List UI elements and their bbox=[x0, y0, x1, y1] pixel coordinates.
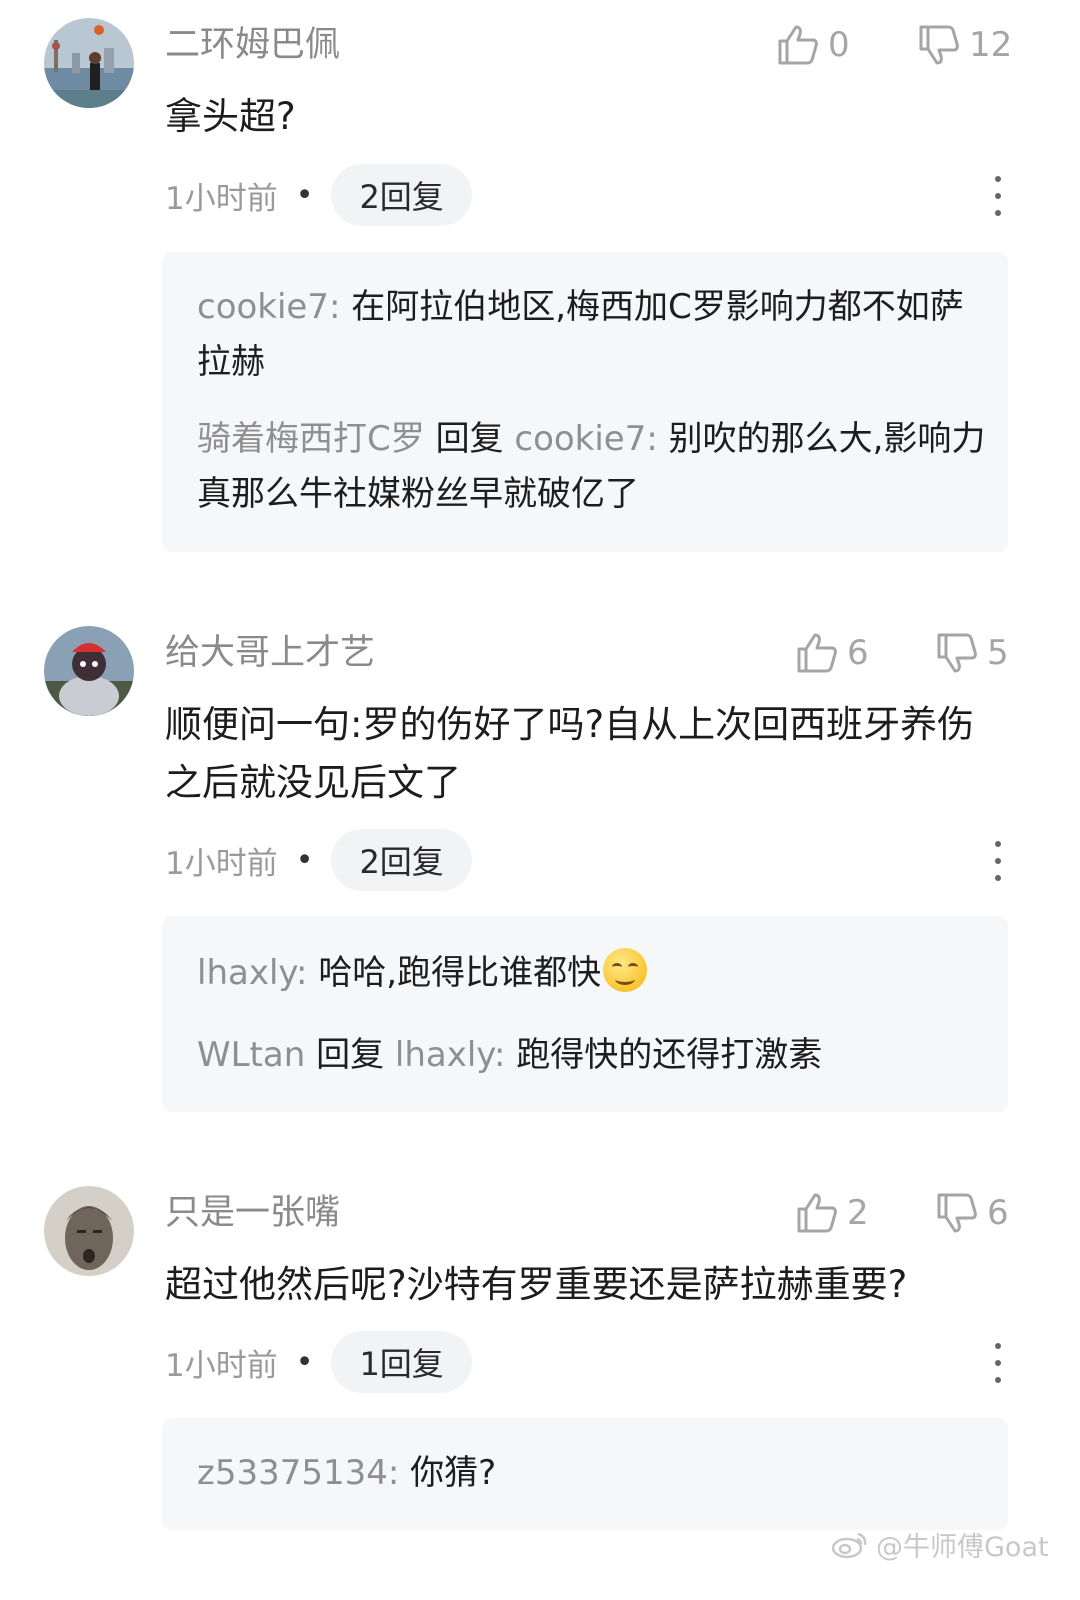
comment-text: 拿头超? bbox=[165, 95, 296, 138]
reply-item: z53375134: 你猜? bbox=[197, 1446, 987, 1501]
reply-text: 哈哈,跑得比谁都快 bbox=[318, 953, 602, 993]
weibo-logo-icon bbox=[831, 1532, 867, 1559]
more-vertical-icon[interactable] bbox=[988, 176, 1008, 216]
reply-author[interactable]: cookie7: bbox=[197, 287, 340, 327]
reply-word: 回复 bbox=[435, 419, 504, 459]
avatar[interactable] bbox=[44, 1186, 134, 1276]
replies-button[interactable]: 2回复 bbox=[331, 829, 472, 891]
dislike-count: 5 bbox=[987, 633, 1009, 673]
username[interactable]: 二环姆巴佩 bbox=[165, 20, 340, 70]
reply-target[interactable]: lhaxly: bbox=[395, 1035, 506, 1075]
reply-author[interactable]: WLtan bbox=[197, 1035, 305, 1075]
username[interactable]: 只是一张嘴 bbox=[165, 1188, 340, 1238]
watermark: @牛师傅Goat bbox=[830, 1522, 1049, 1566]
thumbs-up-icon bbox=[778, 25, 818, 65]
thumbs-down-icon bbox=[937, 633, 977, 673]
dislike-count: 12 bbox=[969, 25, 1013, 65]
avatar[interactable] bbox=[44, 18, 134, 108]
like-button[interactable]: 0 bbox=[776, 20, 850, 70]
reply-item: lhaxly: 哈哈,跑得比谁都快 bbox=[197, 946, 987, 1001]
comment-text: 超过他然后呢?沙特有罗重要还是萨拉赫重要? bbox=[165, 1263, 908, 1306]
timestamp: 1小时前 bbox=[165, 180, 278, 217]
watermark-text: @牛师傅Goat bbox=[876, 1531, 1049, 1563]
more-vertical-icon[interactable] bbox=[988, 841, 1008, 881]
like-button[interactable]: 6 bbox=[795, 628, 869, 678]
like-count: 0 bbox=[828, 25, 850, 65]
replies-button[interactable]: 2回复 bbox=[331, 164, 472, 226]
replies-button[interactable]: 1回复 bbox=[331, 1331, 472, 1393]
replies-box[interactable]: lhaxly: 哈哈,跑得比谁都快 WLtan 回复 lhaxly: 跑得快的还… bbox=[162, 916, 1008, 1112]
thumbs-up-icon bbox=[797, 633, 837, 673]
timestamp: 1小时前 bbox=[165, 1347, 278, 1384]
like-button[interactable]: 2 bbox=[795, 1188, 869, 1238]
separator-dot: • bbox=[295, 1344, 314, 1380]
reply-text: 跑得快的还得打激素 bbox=[516, 1035, 823, 1075]
comment-text: 顺便问一句:罗的伤好了吗?自从上次回西班牙养伤之后就没见后文了 bbox=[165, 703, 975, 804]
like-count: 2 bbox=[847, 1193, 869, 1233]
reply-item: WLtan 回复 lhaxly: 跑得快的还得打激素 bbox=[197, 1028, 987, 1083]
reply-text: 你猜? bbox=[410, 1453, 497, 1493]
comment-meta: 1小时前 • 2回复 bbox=[165, 164, 472, 226]
thumbs-down-icon bbox=[937, 1193, 977, 1233]
replies-box[interactable]: cookie7: 在阿拉伯地区,梅西加C罗影响力都不如萨拉赫 骑着梅西打C罗 回… bbox=[162, 252, 1008, 552]
smile-emoji-icon bbox=[603, 948, 648, 992]
like-count: 6 bbox=[847, 633, 869, 673]
separator-dot: • bbox=[295, 177, 314, 213]
reply-item: cookie7: 在阿拉伯地区,梅西加C罗影响力都不如萨拉赫 bbox=[197, 280, 987, 390]
reply-word: 回复 bbox=[316, 1035, 385, 1075]
dislike-button[interactable]: 6 bbox=[935, 1188, 1009, 1238]
reply-item: 骑着梅西打C罗 回复 cookie7: 别吹的那么大,影响力真那么牛社媒粉丝早就… bbox=[197, 412, 987, 522]
reply-author[interactable]: lhaxly: bbox=[197, 953, 308, 993]
replies-box[interactable]: z53375134: 你猜? bbox=[162, 1418, 1008, 1530]
separator-dot: • bbox=[295, 842, 314, 878]
comment-meta: 1小时前 • 2回复 bbox=[165, 829, 472, 891]
comment-meta: 1小时前 • 1回复 bbox=[165, 1331, 472, 1393]
reply-author[interactable]: 骑着梅西打C罗 bbox=[197, 419, 425, 459]
dislike-count: 6 bbox=[987, 1193, 1009, 1233]
more-vertical-icon[interactable] bbox=[988, 1343, 1008, 1383]
reply-target[interactable]: cookie7: bbox=[514, 419, 657, 459]
timestamp: 1小时前 bbox=[165, 845, 278, 882]
username[interactable]: 给大哥上才艺 bbox=[165, 628, 375, 678]
dislike-button[interactable]: 12 bbox=[917, 20, 1012, 70]
dislike-button[interactable]: 5 bbox=[935, 628, 1009, 678]
thumbs-down-icon bbox=[919, 25, 959, 65]
thumbs-up-icon bbox=[797, 1193, 837, 1233]
reply-author[interactable]: z53375134: bbox=[197, 1453, 399, 1493]
avatar[interactable] bbox=[44, 626, 134, 716]
